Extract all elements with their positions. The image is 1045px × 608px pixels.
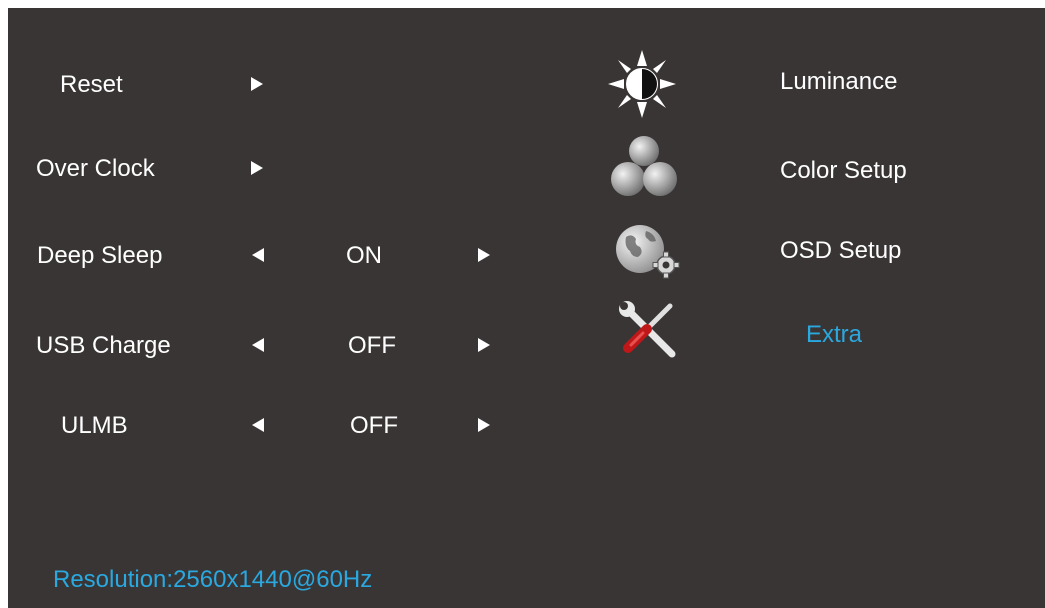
setting-label-usb-charge: USB Charge bbox=[36, 332, 171, 359]
menu-label-osd-setup: OSD Setup bbox=[780, 237, 902, 264]
osd-panel: Reset Over Clock Deep Sleep ON USB Charg… bbox=[8, 8, 1045, 608]
arrow-right-icon[interactable] bbox=[478, 338, 490, 352]
setting-label-over-clock: Over Clock bbox=[36, 155, 155, 182]
resolution-status: Resolution:2560x1440@60Hz bbox=[53, 566, 373, 593]
setting-value-usb-charge: OFF bbox=[348, 332, 396, 359]
arrow-right-icon[interactable] bbox=[251, 77, 263, 91]
color-setup-icon bbox=[611, 136, 677, 196]
arrow-left-icon[interactable] bbox=[252, 248, 264, 262]
arrow-right-icon[interactable] bbox=[478, 248, 490, 262]
setting-label-deep-sleep: Deep Sleep bbox=[37, 242, 163, 269]
extra-icon bbox=[619, 301, 676, 358]
menu-label-extra: Extra bbox=[806, 321, 863, 348]
osd-setup-icon bbox=[616, 225, 680, 279]
setting-value-deep-sleep: ON bbox=[346, 242, 382, 269]
menu-label-luminance: Luminance bbox=[780, 68, 898, 95]
arrow-left-icon[interactable] bbox=[252, 418, 264, 432]
arrow-left-icon[interactable] bbox=[252, 338, 264, 352]
setting-value-ulmb: OFF bbox=[350, 412, 398, 439]
luminance-icon bbox=[608, 50, 676, 118]
setting-label-reset: Reset bbox=[60, 71, 123, 98]
arrow-right-icon[interactable] bbox=[478, 418, 490, 432]
setting-label-ulmb: ULMB bbox=[61, 412, 128, 439]
menu-label-color-setup: Color Setup bbox=[780, 157, 907, 184]
arrow-right-icon[interactable] bbox=[251, 161, 263, 175]
